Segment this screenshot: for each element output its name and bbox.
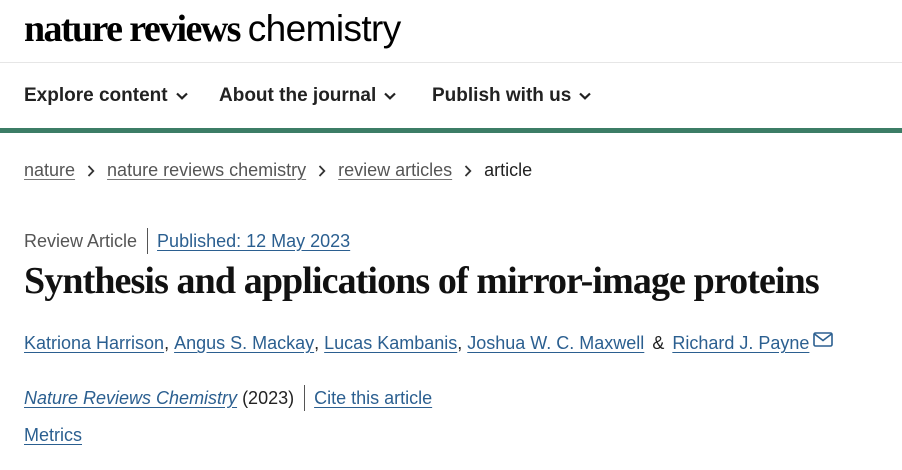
- chevron-down-icon: [579, 92, 592, 100]
- article-title: Synthesis and applications of mirror-ima…: [24, 260, 820, 302]
- journal-divider: [304, 385, 306, 411]
- article-type: Review Article: [24, 230, 138, 251]
- chevron-down-icon: [384, 92, 397, 100]
- nav-about-journal-label: About the journal: [219, 85, 377, 106]
- breadcrumb-nature-reviews-chemistry[interactable]: nature reviews chemistry: [107, 160, 306, 181]
- metrics-link[interactable]: Metrics: [24, 425, 82, 446]
- breadcrumb-review-articles[interactable]: review articles: [338, 160, 452, 181]
- breadcrumb: nature nature reviews chemistry review a…: [24, 160, 532, 181]
- logo-bold-text: nature reviews: [24, 8, 241, 50]
- nav-publish-with-us-label: Publish with us: [432, 85, 572, 106]
- author-link[interactable]: Richard J. Payne: [672, 333, 809, 354]
- chevron-down-icon: [175, 92, 188, 100]
- nav-explore-content-label: Explore content: [24, 85, 168, 106]
- nav-publish-with-us[interactable]: Publish with us: [432, 85, 592, 107]
- author-list: Katriona Harrison, Angus S. Mackay, Luca…: [24, 332, 834, 354]
- journal-name-link[interactable]: Nature Reviews Chemistry: [24, 388, 237, 409]
- journal-row: Nature Reviews Chemistry (2023) Cite thi…: [24, 385, 432, 411]
- article-meta: Review Article Published: 12 May 2023: [24, 228, 350, 254]
- published-date-link[interactable]: Published: 12 May 2023: [157, 231, 350, 252]
- chevron-right-icon: [318, 164, 326, 177]
- nav-explore-content[interactable]: Explore content: [24, 85, 188, 107]
- author-link[interactable]: Joshua W. C. Maxwell: [467, 333, 644, 354]
- author-link[interactable]: Lucas Kambanis: [324, 333, 457, 354]
- logo-light-text: chemistry: [247, 8, 402, 49]
- author-link[interactable]: Katriona Harrison: [24, 333, 164, 354]
- journal-logo[interactable]: nature reviews chemistry: [24, 7, 401, 53]
- cite-article-link[interactable]: Cite this article: [314, 388, 432, 409]
- author-separator: ,: [164, 333, 170, 353]
- nav-about-journal[interactable]: About the journal: [219, 85, 397, 107]
- chevron-right-icon: [87, 164, 95, 177]
- author-separator: &: [652, 333, 665, 353]
- author-separator: ,: [314, 333, 320, 353]
- breadcrumb-current: article: [484, 160, 533, 180]
- mail-icon[interactable]: [813, 332, 834, 347]
- main-nav: Explore content About the journal Publis…: [0, 63, 902, 129]
- nav-accent-bar: [0, 128, 902, 133]
- meta-divider: [147, 228, 149, 254]
- journal-year: (2023): [242, 387, 295, 408]
- chevron-right-icon: [464, 164, 472, 177]
- breadcrumb-nature[interactable]: nature: [24, 160, 75, 181]
- author-link[interactable]: Angus S. Mackay: [174, 333, 314, 354]
- author-separator: ,: [457, 333, 463, 353]
